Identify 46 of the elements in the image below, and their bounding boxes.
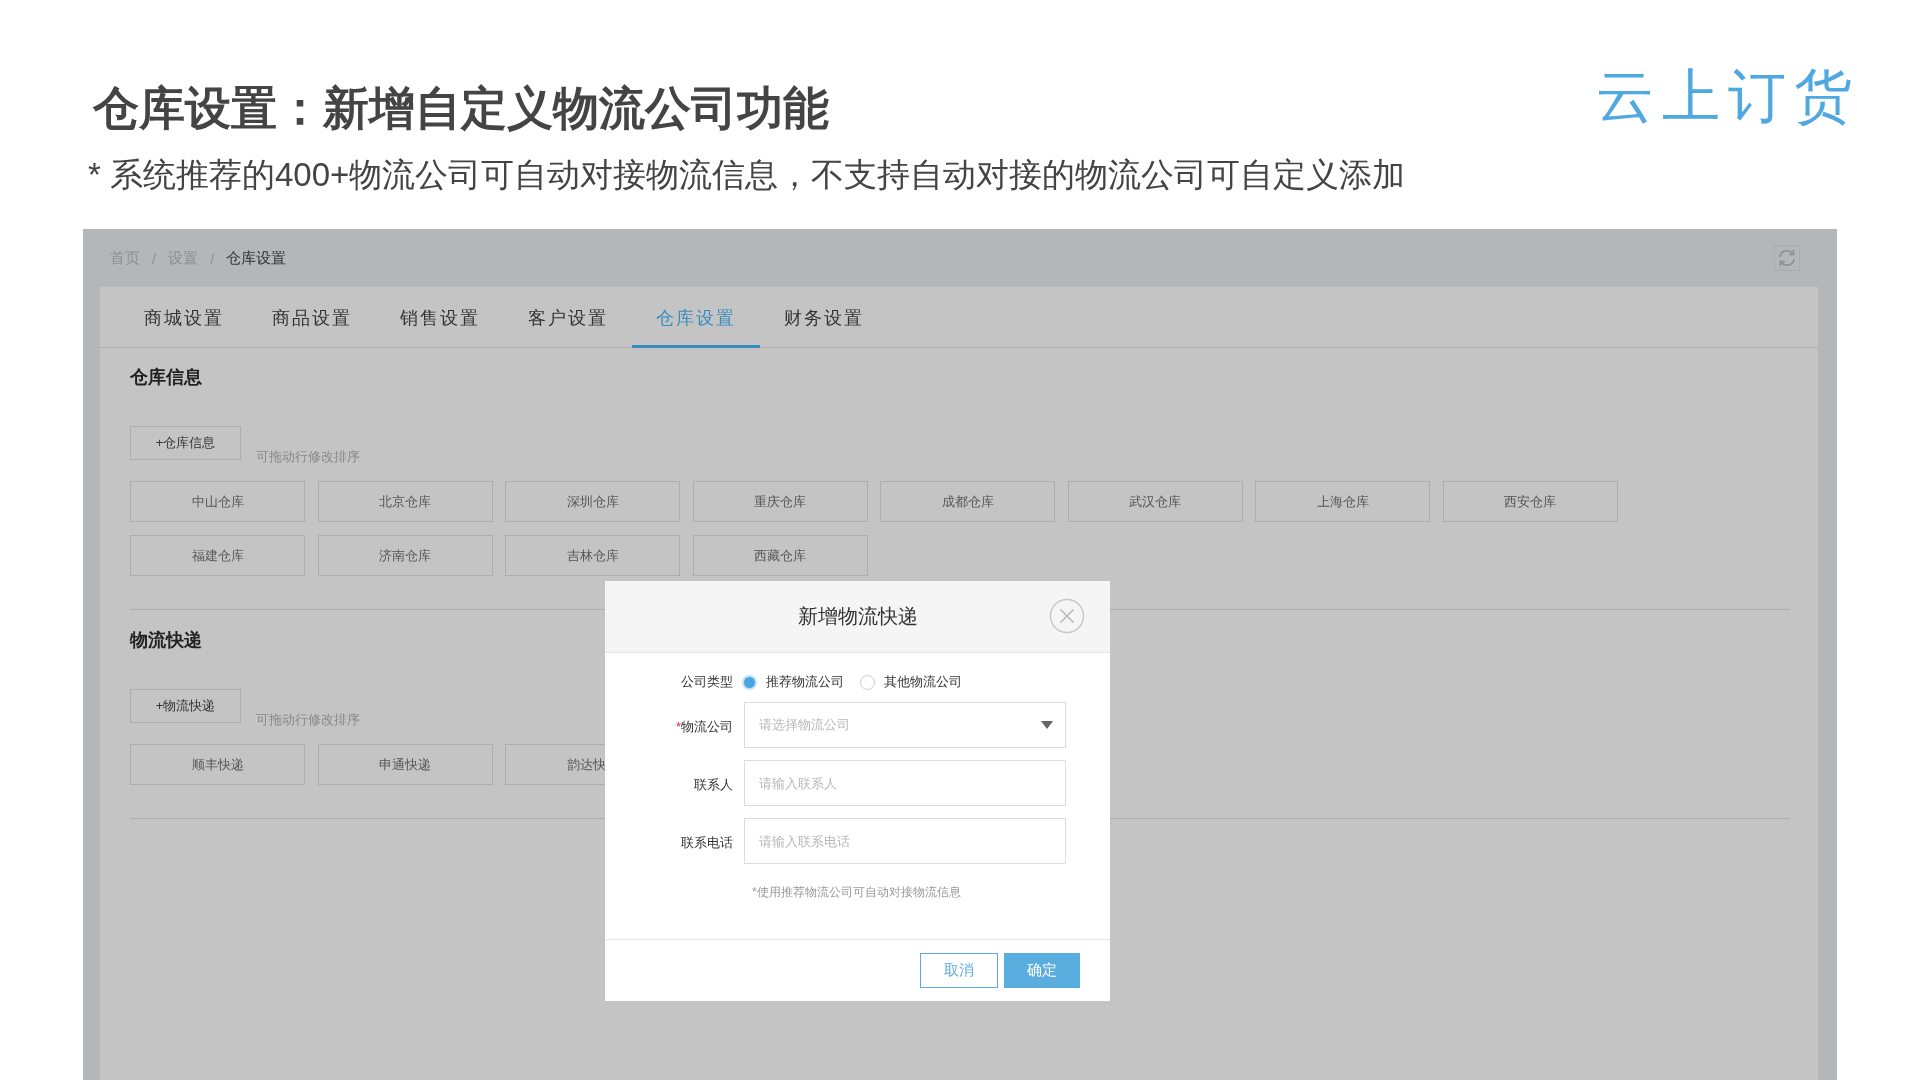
item-chip[interactable]: 重庆仓库 <box>692 481 868 522</box>
cancel-button[interactable]: 取消 <box>920 953 998 988</box>
item-chip[interactable]: 中山仓库 <box>130 481 305 522</box>
field-label: 公司类型 <box>680 673 733 691</box>
input-field[interactable]: 请输入联系人 <box>744 760 1066 806</box>
input-field[interactable]: 请输入联系电话 <box>744 818 1066 864</box>
settings-tab[interactable]: 财务设置 <box>760 287 888 348</box>
radio-option[interactable]: 推荐物流公司 <box>742 673 844 691</box>
item-chip[interactable]: 西安仓库 <box>1442 481 1618 522</box>
breadcrumb-separator: / <box>210 249 215 267</box>
settings-tab[interactable]: 商品设置 <box>248 287 376 348</box>
section-title: 物流快递 <box>130 629 203 651</box>
field-label: *物流公司 <box>674 718 733 736</box>
section-title: 仓库信息 <box>130 366 203 388</box>
item-chip[interactable]: 西藏仓库 <box>692 535 868 576</box>
settings-tab[interactable]: 销售设置 <box>376 287 504 348</box>
item-chip[interactable]: 顺丰快递 <box>130 744 305 785</box>
hint-text: 可拖动行修改排序 <box>256 711 360 729</box>
item-chip[interactable]: 武汉仓库 <box>1067 481 1243 522</box>
hint-text: 可拖动行修改排序 <box>256 448 360 466</box>
breadcrumb-separator: / <box>152 249 157 267</box>
note-text: *使用推荐物流公司可自动对接物流信息 <box>752 884 962 901</box>
dialog-title: 新增物流快递 <box>797 604 918 629</box>
field-label: 联系电话 <box>680 834 733 852</box>
add-button[interactable]: +仓库信息 <box>130 426 241 460</box>
item-chip[interactable]: 济南仓库 <box>317 535 493 576</box>
item-chip[interactable]: 北京仓库 <box>317 481 493 522</box>
settings-tab[interactable]: 商城设置 <box>120 287 248 348</box>
item-chip[interactable]: 申通快递 <box>317 744 493 785</box>
field-label: 联系人 <box>693 776 733 794</box>
radio-option[interactable]: 其他物流公司 <box>860 673 962 691</box>
settings-tab[interactable]: 客户设置 <box>504 287 632 348</box>
caret-icon <box>1041 721 1053 729</box>
close-icon[interactable] <box>1049 598 1085 634</box>
add-button[interactable]: +物流快递 <box>130 689 241 723</box>
logo: 云上订货 <box>1596 62 1860 130</box>
breadcrumb-current: 仓库设置 <box>226 248 287 268</box>
slide-title: 仓库设置：新增自定义物流公司功能 <box>93 81 830 136</box>
item-chip[interactable]: 上海仓库 <box>1255 481 1430 522</box>
refresh-icon[interactable] <box>1774 245 1800 271</box>
item-chip[interactable]: 吉林仓库 <box>505 535 680 576</box>
item-chip[interactable]: 福建仓库 <box>130 535 305 576</box>
item-chip[interactable]: 成都仓库 <box>880 481 1055 522</box>
confirm-button[interactable]: 确定 <box>1004 953 1080 988</box>
item-chip[interactable]: 深圳仓库 <box>505 481 680 522</box>
slide-subtitle: * 系统推荐的400+物流公司可自动对接物流信息，不支持自动对接的物流公司可自定义添加 <box>88 155 1406 195</box>
